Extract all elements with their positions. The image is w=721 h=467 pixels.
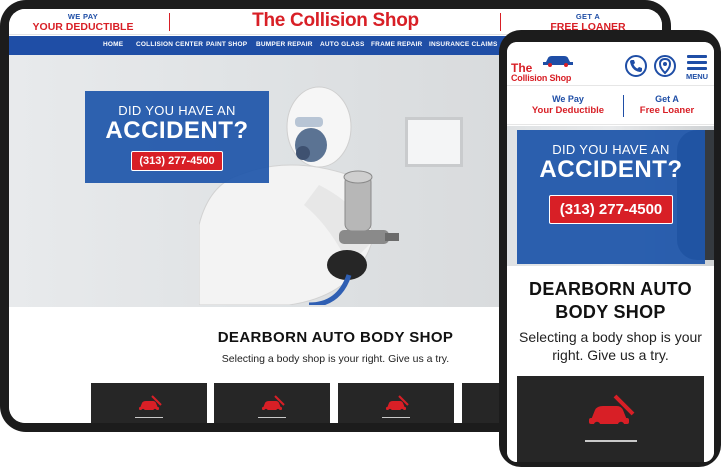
hamburger-icon — [687, 67, 707, 70]
map-pin-icon — [658, 57, 672, 75]
hamburger-icon — [687, 61, 707, 64]
mobile-intro: DEARBORN AUTO BODY SHOP Selecting a body… — [507, 266, 714, 462]
mobile-site: The Collision Shop MENU We Pay Your Dedu… — [507, 42, 714, 462]
card-underline — [258, 417, 286, 418]
mobile-service-card[interactable] — [517, 376, 704, 462]
phone-mockup: The Collision Shop MENU We Pay Your Dedu… — [499, 30, 721, 467]
cta-small-text: DID YOU HAVE AN — [118, 103, 236, 118]
mobile-deductible-promo[interactable]: We Pay Your Deductible — [519, 93, 617, 117]
divider — [623, 95, 624, 117]
car-wrench-icon — [139, 395, 162, 413]
car-wrench-icon — [262, 395, 285, 413]
card-underline — [382, 417, 410, 418]
mobile-header: The Collision Shop MENU — [507, 42, 714, 86]
nav-insurance-claims[interactable]: INSURANCE CLAIMS — [429, 41, 498, 48]
mobile-logo[interactable]: The Collision Shop — [511, 53, 577, 83]
nav-home[interactable]: HOME — [103, 41, 123, 48]
card-underline — [135, 417, 163, 418]
call-icon-button[interactable] — [625, 55, 647, 77]
location-icon-button[interactable] — [654, 55, 676, 77]
mobile-hero: DID YOU HAVE AN ACCIDENT? (313) 277-4500 — [507, 126, 714, 266]
loaner-promo[interactable]: GET A FREE LOANER — [528, 12, 648, 32]
mobile-call-button[interactable]: (313) 277-4500 — [548, 195, 674, 224]
menu-button[interactable]: MENU — [685, 55, 709, 81]
service-card[interactable] — [91, 383, 207, 423]
hamburger-icon — [687, 55, 707, 58]
nav-frame-repair[interactable]: FRAME REPAIR — [371, 41, 422, 48]
car-wrench-icon — [386, 395, 409, 413]
divider — [500, 13, 501, 31]
mobile-cta-big: ACCIDENT? — [539, 156, 683, 183]
logo-line2: Collision Shop — [511, 73, 572, 83]
card-underline — [585, 440, 637, 442]
logo-car-icon — [543, 56, 573, 67]
nav-paint-shop[interactable]: PAINT SHOP — [206, 41, 247, 48]
mobile-deductible-big: Your Deductible — [531, 105, 605, 116]
phone-icon — [630, 60, 642, 72]
mobile-loaner-small: Get A — [655, 94, 679, 104]
mobile-loaner-big: Free Loaner — [639, 105, 695, 116]
call-button[interactable]: (313) 277-4500 — [131, 151, 223, 171]
mobile-cta-small: DID YOU HAVE AN — [552, 142, 670, 157]
nav-auto-glass[interactable]: AUTO GLASS — [320, 41, 365, 48]
menu-label: MENU — [685, 72, 709, 81]
mobile-heading: DEARBORN AUTO BODY SHOP — [529, 279, 692, 322]
accident-cta: DID YOU HAVE AN ACCIDENT? (313) 277-4500 — [85, 91, 269, 183]
mobile-loaner-promo[interactable]: Get A Free Loaner — [629, 93, 705, 117]
service-card[interactable] — [214, 383, 330, 423]
service-card[interactable] — [338, 383, 454, 423]
mobile-promo-bar: We Pay Your Deductible Get A Free Loaner — [507, 87, 714, 125]
car-wrench-icon — [589, 394, 635, 429]
mobile-accident-cta: DID YOU HAVE AN ACCIDENT? (313) 277-4500 — [517, 130, 705, 264]
cta-big-text: ACCIDENT? — [105, 117, 249, 144]
nav-bumper-repair[interactable]: BUMPER REPAIR — [256, 41, 313, 48]
mobile-deductible-small: We Pay — [552, 94, 584, 104]
nav-collision-center[interactable]: COLLISION CENTER — [136, 41, 203, 48]
mobile-subheading: Selecting a body shop is your right. Giv… — [519, 329, 702, 363]
